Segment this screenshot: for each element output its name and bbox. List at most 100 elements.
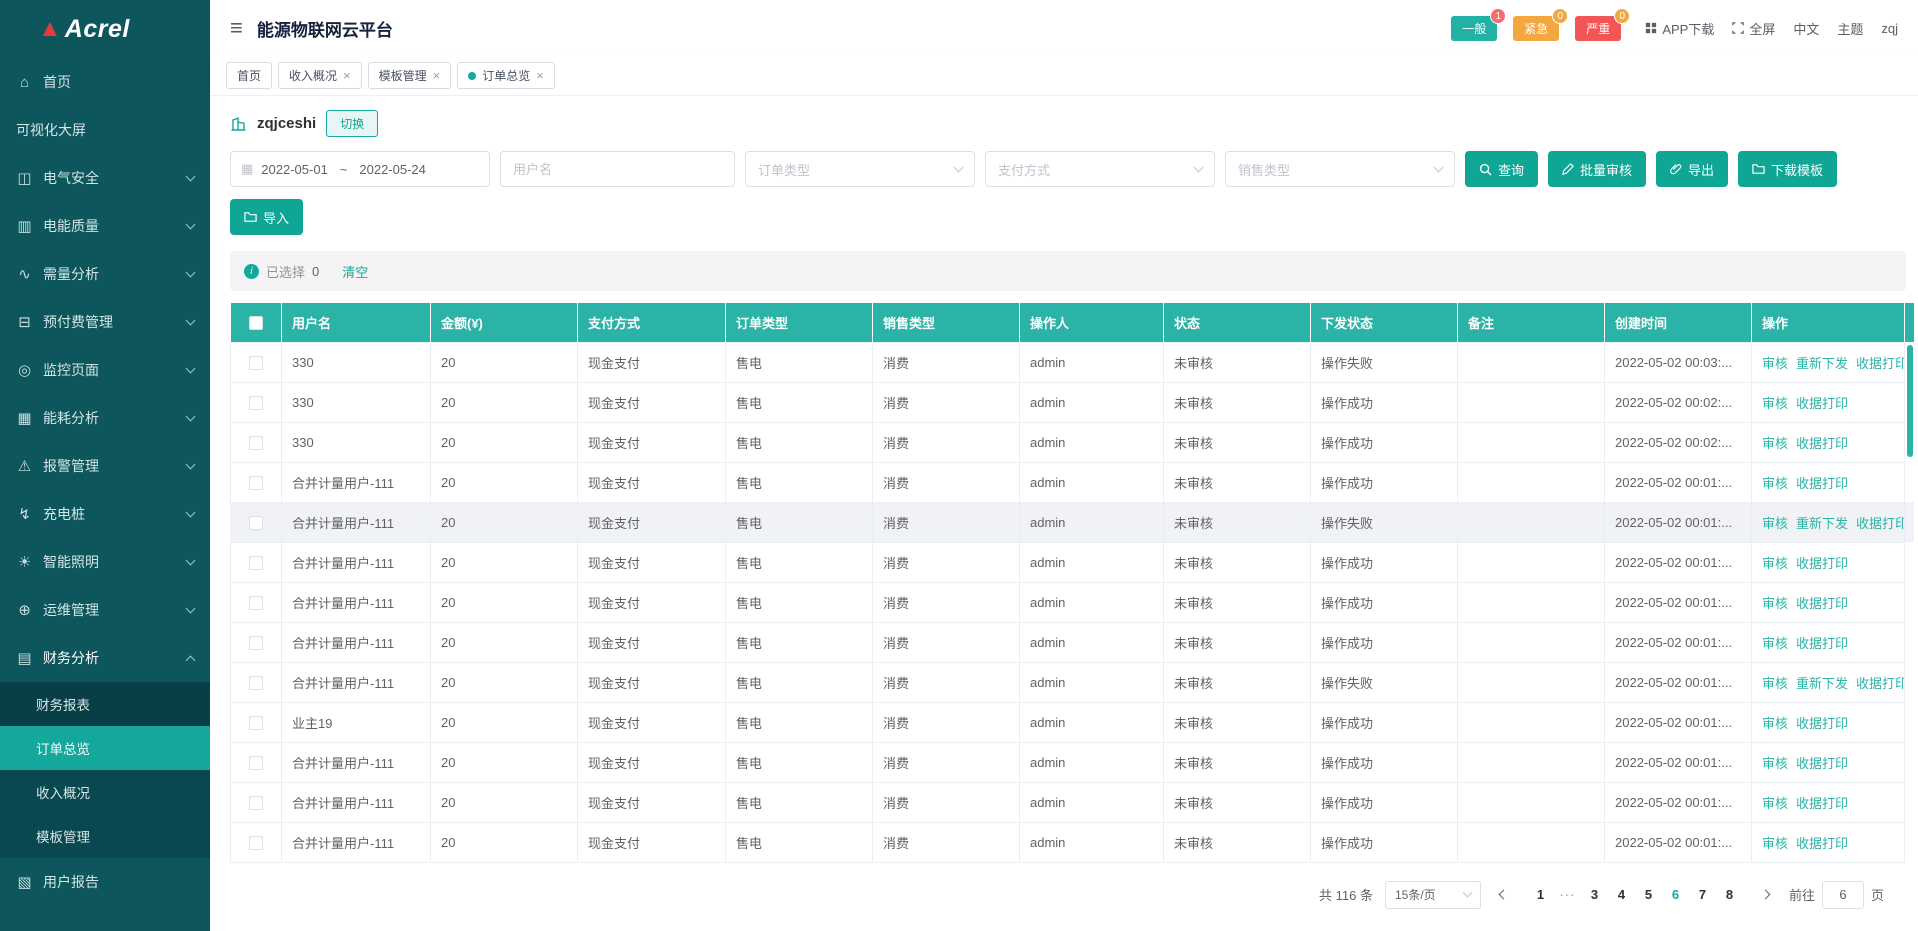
row-checkbox[interactable]	[249, 556, 263, 570]
alarm-tag[interactable]: 紧急 0	[1513, 16, 1559, 41]
nav-tab[interactable]: 订单总览	[457, 62, 555, 89]
import-button[interactable]: 导入	[230, 199, 303, 235]
order-type-select[interactable]: 订单类型	[745, 151, 975, 187]
date-range-picker[interactable]: ▦ 2022-05-01 ~ 2022-05-24	[230, 151, 490, 187]
clear-selection-link[interactable]: 清空	[342, 262, 368, 281]
sidebar-item[interactable]: ☀ 智能照明	[0, 538, 210, 586]
row-action-link[interactable]: 审核	[1762, 356, 1788, 371]
sidebar-item[interactable]: ⊟ 预付费管理	[0, 298, 210, 346]
row-checkbox[interactable]	[249, 636, 263, 650]
sidebar-item[interactable]: ⌂ 首页	[0, 58, 210, 106]
alarm-tag[interactable]: 严重 0	[1575, 16, 1621, 41]
row-action-link[interactable]: 审核	[1762, 636, 1788, 651]
row-action-link[interactable]: 收据打印	[1856, 676, 1904, 691]
next-page-button[interactable]	[1755, 881, 1777, 909]
prev-page-button[interactable]	[1493, 881, 1515, 909]
row-checkbox[interactable]	[249, 756, 263, 770]
row-checkbox[interactable]	[249, 716, 263, 730]
close-icon[interactable]	[536, 69, 544, 82]
search-button[interactable]: 查询	[1465, 151, 1538, 187]
row-action-link[interactable]: 收据打印	[1796, 476, 1848, 491]
row-checkbox[interactable]	[249, 796, 263, 810]
row-checkbox[interactable]	[249, 836, 263, 850]
row-action-link[interactable]: 重新下发	[1796, 356, 1848, 371]
sidebar-item[interactable]: ▦ 能耗分析	[0, 394, 210, 442]
row-action-link[interactable]: 审核	[1762, 516, 1788, 531]
page-number[interactable]: 8	[1716, 887, 1743, 902]
page-number[interactable]: 1	[1527, 887, 1554, 902]
sales-type-select[interactable]: 销售类型	[1225, 151, 1455, 187]
sidebar-item[interactable]: 可视化大屏	[0, 106, 210, 154]
page-number[interactable]: 6	[1662, 887, 1689, 902]
row-checkbox[interactable]	[249, 356, 263, 370]
row-checkbox[interactable]	[249, 516, 263, 530]
row-action-link[interactable]: 审核	[1762, 556, 1788, 571]
page-number[interactable]: 3	[1581, 887, 1608, 902]
language-switch[interactable]: 中文	[1793, 19, 1819, 38]
row-action-link[interactable]: 收据打印	[1796, 596, 1848, 611]
nav-tab[interactable]: 收入概况	[278, 62, 362, 89]
row-action-link[interactable]: 审核	[1762, 396, 1788, 411]
row-action-link[interactable]: 收据打印	[1796, 796, 1848, 811]
close-icon[interactable]	[343, 69, 351, 82]
row-action-link[interactable]: 审核	[1762, 716, 1788, 731]
row-action-link[interactable]: 审核	[1762, 476, 1788, 491]
row-action-link[interactable]: 重新下发	[1796, 516, 1848, 531]
sidebar-item[interactable]: 模板管理	[0, 814, 210, 858]
row-checkbox[interactable]	[249, 476, 263, 490]
row-action-link[interactable]: 收据打印	[1796, 756, 1848, 771]
close-icon[interactable]	[433, 69, 441, 82]
goto-page-input[interactable]	[1822, 881, 1864, 909]
select-all-checkbox[interactable]	[249, 316, 263, 330]
switch-project-button[interactable]: 切换	[326, 110, 378, 137]
page-number[interactable]: ···	[1554, 887, 1581, 902]
sidebar-item[interactable]: ⊕ 运维管理	[0, 586, 210, 634]
sidebar-item[interactable]: ▥ 电能质量	[0, 202, 210, 250]
user-menu[interactable]: zqj	[1881, 21, 1898, 36]
row-action-link[interactable]: 审核	[1762, 756, 1788, 771]
row-action-link[interactable]: 审核	[1762, 436, 1788, 451]
page-number[interactable]: 5	[1635, 887, 1662, 902]
row-checkbox[interactable]	[249, 596, 263, 610]
page-size-select[interactable]: 15条/页	[1385, 881, 1481, 909]
sidebar-item[interactable]: ∿ 需量分析	[0, 250, 210, 298]
sidebar-item[interactable]: ▧ 用户报告	[0, 858, 210, 906]
row-action-link[interactable]: 收据打印	[1796, 396, 1848, 411]
page-number[interactable]: 7	[1689, 887, 1716, 902]
row-checkbox[interactable]	[249, 436, 263, 450]
row-checkbox[interactable]	[249, 396, 263, 410]
payment-method-select[interactable]: 支付方式	[985, 151, 1215, 187]
page-number[interactable]: 4	[1608, 887, 1635, 902]
table-scrollbar-thumb[interactable]	[1907, 345, 1913, 457]
sidebar-item[interactable]: 订单总览	[0, 726, 210, 770]
sidebar-item[interactable]: ◎ 监控页面	[0, 346, 210, 394]
app-download-link[interactable]: APP下载	[1645, 19, 1714, 38]
row-action-link[interactable]: 收据打印	[1856, 516, 1904, 531]
row-action-link[interactable]: 收据打印	[1796, 636, 1848, 651]
sidebar-item[interactable]: 财务报表	[0, 682, 210, 726]
sidebar-item[interactable]: ↯ 充电桩	[0, 490, 210, 538]
row-action-link[interactable]: 收据打印	[1856, 356, 1904, 371]
fullscreen-button[interactable]: 全屏	[1732, 19, 1775, 38]
sidebar-item[interactable]: ▤ 财务分析	[0, 634, 210, 682]
row-action-link[interactable]: 审核	[1762, 596, 1788, 611]
nav-tab[interactable]: 首页	[226, 62, 272, 89]
username-input[interactable]	[500, 151, 735, 187]
theme-switch[interactable]: 主题	[1837, 19, 1863, 38]
row-action-link[interactable]: 收据打印	[1796, 436, 1848, 451]
row-action-link[interactable]: 收据打印	[1796, 716, 1848, 731]
batch-audit-button[interactable]: 批量审核	[1548, 151, 1646, 187]
row-action-link[interactable]: 审核	[1762, 796, 1788, 811]
row-action-link[interactable]: 审核	[1762, 836, 1788, 851]
row-action-link[interactable]: 重新下发	[1796, 676, 1848, 691]
alarm-tag[interactable]: 一般 1	[1451, 16, 1497, 41]
row-checkbox[interactable]	[249, 676, 263, 690]
download-template-button[interactable]: 下载模板	[1738, 151, 1837, 187]
nav-tab[interactable]: 模板管理	[368, 62, 452, 89]
export-button[interactable]: 导出	[1656, 151, 1728, 187]
row-action-link[interactable]: 收据打印	[1796, 556, 1848, 571]
sidebar-item[interactable]: ◫ 电气安全	[0, 154, 210, 202]
sidebar-item[interactable]: 收入概况	[0, 770, 210, 814]
row-action-link[interactable]: 收据打印	[1796, 836, 1848, 851]
menu-toggle-icon[interactable]: ≡	[230, 17, 243, 39]
